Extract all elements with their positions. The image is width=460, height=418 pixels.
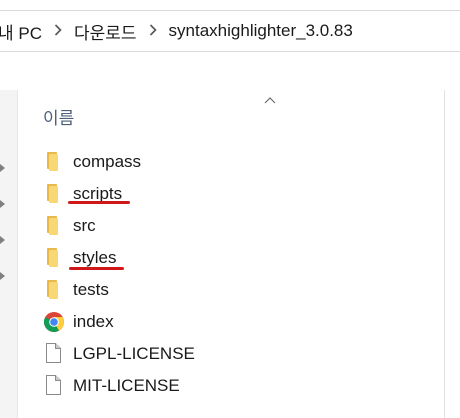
expand-arrow-icon[interactable] [0, 200, 5, 208]
breadcrumb-downloads[interactable]: 다운로드 [74, 19, 143, 44]
item-name: index [73, 312, 114, 331]
file-icon [43, 343, 65, 365]
folder-icon [43, 279, 65, 301]
chevron-right-icon[interactable] [48, 23, 68, 39]
folder-icon [43, 215, 65, 237]
chevron-right-icon[interactable] [143, 23, 163, 39]
item-name: compass [73, 152, 142, 171]
column-divider [444, 90, 445, 418]
chevron-up-icon [264, 91, 276, 104]
chrome-icon [43, 311, 65, 333]
expand-arrow-icon[interactable] [0, 236, 5, 244]
list-item[interactable]: scripts [18, 178, 438, 210]
file-icon [43, 375, 65, 397]
expand-arrow-icon[interactable] [0, 164, 5, 172]
breadcrumb-this-pc[interactable]: 내 PC [0, 19, 48, 44]
list-item[interactable]: src [18, 210, 438, 242]
file-explorer-window: 내 PC 다운로드 syntaxhighlighter_3.0.83 이름 co… [0, 0, 460, 418]
list-item[interactable]: tests [18, 274, 438, 306]
column-header-row: 이름 [18, 90, 460, 138]
name-column-header[interactable]: 이름 [43, 104, 74, 129]
list-item[interactable]: index [18, 306, 438, 338]
item-name: styles [73, 248, 117, 267]
folder-icon [43, 247, 65, 269]
folder-icon [43, 151, 65, 173]
list-item[interactable]: MIT-LICENSE [18, 370, 438, 402]
expand-arrow-icon[interactable] [0, 272, 5, 280]
breadcrumb: 내 PC 다운로드 syntaxhighlighter_3.0.83 [0, 11, 359, 51]
folder-icon [43, 183, 65, 205]
red-underline-annotation [69, 267, 124, 270]
address-bar[interactable]: 내 PC 다운로드 syntaxhighlighter_3.0.83 [0, 10, 460, 52]
red-underline-annotation [68, 201, 130, 204]
navigation-pane[interactable] [0, 90, 18, 418]
list-item[interactable]: compass [18, 146, 438, 178]
breadcrumb-current-folder[interactable]: syntaxhighlighter_3.0.83 [169, 21, 359, 41]
item-name: tests [73, 280, 109, 299]
item-name: MIT-LICENSE [73, 376, 180, 395]
list-item[interactable]: LGPL-LICENSE [18, 338, 438, 370]
item-name: src [73, 216, 96, 235]
item-name: LGPL-LICENSE [73, 344, 195, 363]
